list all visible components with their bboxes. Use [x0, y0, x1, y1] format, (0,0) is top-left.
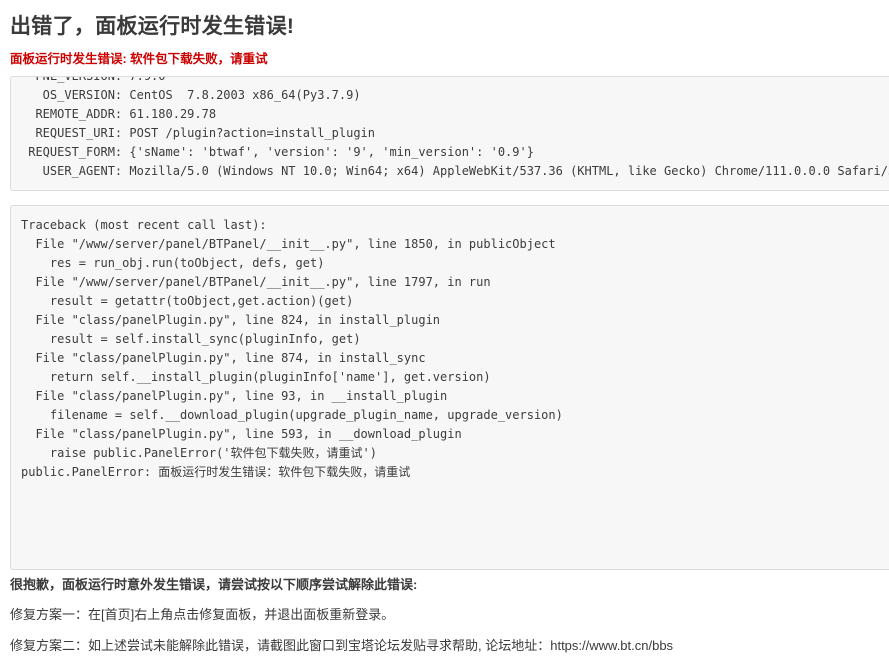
advice-section: 很抱歉，面板运行时意外发生错误，请尝试按以下顺序尝试解除此错误: 修复方案一：在…: [10, 575, 880, 667]
error-page: 出错了，面板运行时发生错误! 面板运行时发生错误: 软件包下载失败，请重试 PN…: [0, 0, 889, 667]
advice-step-two: 修复方案二：如上述尝试未能解除此错误，请截图此窗口到宝塔论坛发贴寻求帮助, 论坛…: [10, 638, 674, 653]
traceback-panel[interactable]: Traceback (most recent call last): File …: [10, 205, 889, 570]
error-message: 面板运行时发生错误: 软件包下载失败，请重试: [10, 52, 268, 67]
traceback-text: Traceback (most recent call last): File …: [21, 218, 563, 479]
request-info-inner: PNL_VERSION: 7.9.0 OS_VERSION: CentOS 7.…: [11, 76, 889, 187]
request-info-text: PNL_VERSION: 7.9.0 OS_VERSION: CentOS 7.…: [28, 76, 889, 178]
request-info-panel[interactable]: PNL_VERSION: 7.9.0 OS_VERSION: CentOS 7.…: [10, 76, 889, 191]
advice-lead: 很抱歉，面板运行时意外发生错误，请尝试按以下顺序尝试解除此错误:: [10, 577, 418, 592]
page-title: 出错了，面板运行时发生错误!: [10, 15, 295, 38]
traceback-inner: Traceback (most recent call last): File …: [11, 206, 889, 492]
advice-step-one: 修复方案一：在[首页]右上角点击修复面板，并退出面板重新登录。: [10, 606, 395, 622]
